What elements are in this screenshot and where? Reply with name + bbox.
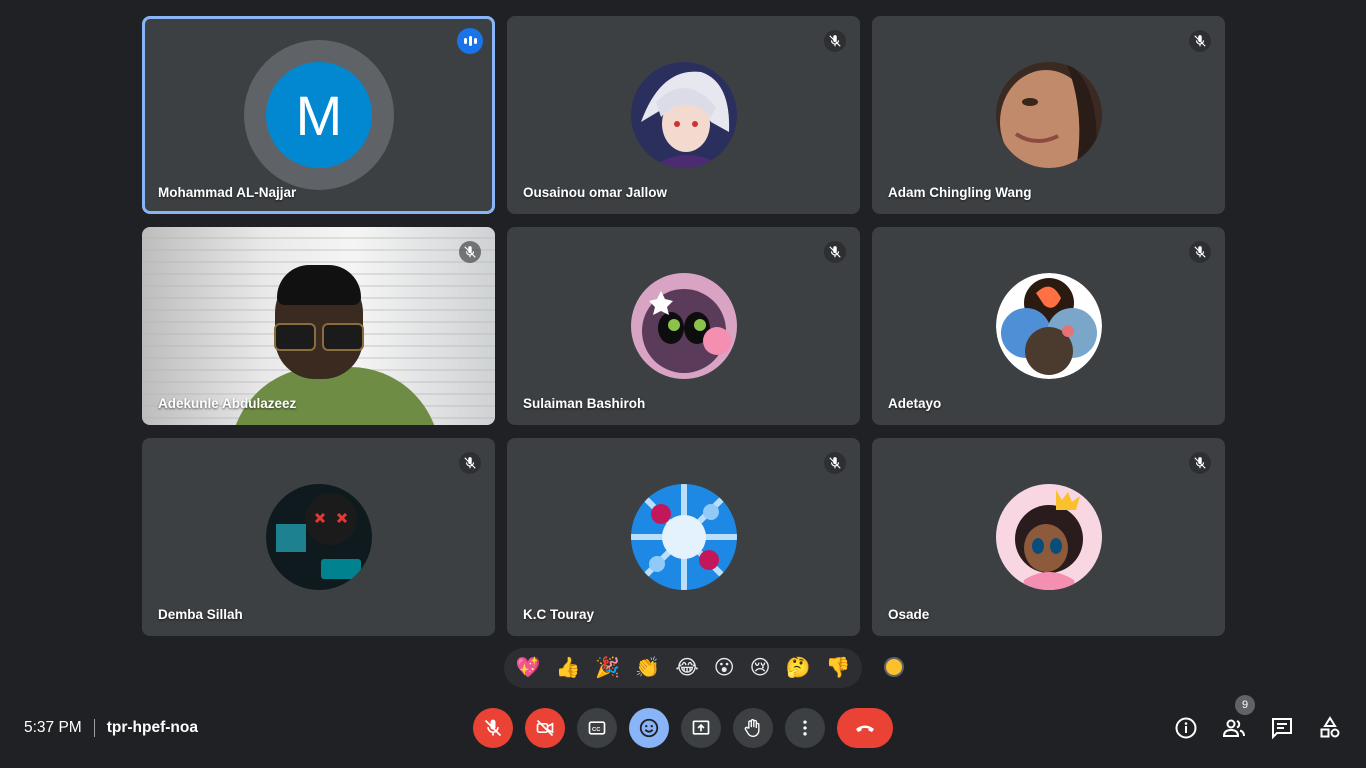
emoji-button[interactable] bbox=[629, 708, 669, 748]
end-call-icon bbox=[856, 725, 874, 732]
participant-tile[interactable]: Osade bbox=[872, 438, 1225, 636]
participant-grid: M Mohammad AL-Najjar Ousainou omar Jallo… bbox=[142, 16, 1225, 636]
mic-off-icon bbox=[459, 452, 481, 474]
people-count-badge: 9 bbox=[1235, 695, 1255, 715]
avatar-halo: M bbox=[244, 40, 394, 190]
skin-tone-selector[interactable] bbox=[884, 657, 904, 677]
sunglasses bbox=[274, 323, 364, 351]
avatar bbox=[266, 484, 372, 590]
mic-off-icon bbox=[484, 719, 502, 737]
meeting-code: tpr-hpef-noa bbox=[106, 719, 198, 736]
svg-text:CC: CC bbox=[592, 727, 601, 733]
participant-tile[interactable]: M Mohammad AL-Najjar bbox=[142, 16, 495, 214]
thinking-reaction[interactable]: 🤔 bbox=[786, 658, 811, 678]
surprised-reaction[interactable]: 😮 bbox=[714, 658, 735, 678]
speaking-indicator-icon bbox=[457, 28, 483, 54]
participant-name: Osade bbox=[888, 607, 930, 622]
avatar bbox=[631, 484, 737, 590]
mic-off-icon bbox=[824, 241, 846, 263]
crying-reaction[interactable]: 😢 bbox=[750, 658, 771, 678]
meeting-details-button[interactable] bbox=[1174, 716, 1198, 740]
participant-name: Mohammad AL-Najjar bbox=[158, 185, 297, 200]
thumbs-up-reaction[interactable]: 👍 bbox=[555, 658, 580, 678]
emoji-icon bbox=[639, 718, 659, 738]
mic-off-icon bbox=[824, 452, 846, 474]
mic-off-icon bbox=[1189, 452, 1211, 474]
person-hair bbox=[277, 265, 361, 305]
people-icon bbox=[1222, 719, 1245, 737]
present-icon bbox=[692, 720, 710, 735]
activities-button[interactable] bbox=[1318, 716, 1342, 740]
chat-icon bbox=[1272, 718, 1292, 740]
participant-name: Adam Chingling Wang bbox=[888, 185, 1032, 200]
captions-button[interactable]: CC bbox=[577, 708, 617, 748]
activities-icon bbox=[1320, 716, 1340, 738]
camera-off-icon bbox=[536, 719, 554, 737]
participant-name: Demba Sillah bbox=[158, 607, 243, 622]
avatar bbox=[996, 273, 1102, 379]
participant-name: Adetayo bbox=[888, 396, 942, 411]
avatar-initial: M bbox=[266, 62, 372, 168]
captions-icon: CC bbox=[588, 721, 606, 735]
sparkling-heart-reaction[interactable]: 💖 bbox=[516, 658, 541, 678]
laughing-reaction[interactable]: 😂 bbox=[675, 658, 698, 678]
meeting-time: 5:37 PM bbox=[24, 719, 82, 736]
participant-name: K.C Touray bbox=[523, 607, 595, 622]
leave-call-button[interactable] bbox=[837, 708, 893, 748]
more-options-icon bbox=[803, 720, 807, 736]
clapping-reaction[interactable]: 👏 bbox=[635, 658, 660, 678]
participant-name: Ousainou omar Jallow bbox=[523, 185, 668, 200]
avatar bbox=[631, 62, 737, 168]
thumbs-down-reaction[interactable]: 👎 bbox=[826, 658, 851, 678]
raise-hand-button[interactable] bbox=[733, 708, 773, 748]
people-button[interactable] bbox=[1222, 716, 1246, 740]
mic-off-icon bbox=[1189, 30, 1211, 52]
participant-tile[interactable]: Adetayo bbox=[872, 227, 1225, 425]
present-button[interactable] bbox=[681, 708, 721, 748]
camera-toggle-button[interactable] bbox=[525, 708, 565, 748]
mic-off-icon bbox=[824, 30, 846, 52]
participant-tile[interactable]: Demba Sillah bbox=[142, 438, 495, 636]
meeting-info: 5:37 PM tpr-hpef-noa bbox=[24, 718, 198, 738]
avatar bbox=[631, 273, 737, 379]
participant-name: Sulaiman Bashiroh bbox=[523, 396, 646, 411]
mic-off-icon bbox=[1189, 241, 1211, 263]
participant-tile[interactable]: Ousainou omar Jallow bbox=[507, 16, 860, 214]
party-popper-reaction[interactable]: 🎉 bbox=[595, 658, 620, 678]
mic-off-icon bbox=[459, 241, 481, 263]
participant-tile[interactable]: Adekunle Abdulazeez bbox=[142, 227, 495, 425]
avatar bbox=[996, 62, 1102, 168]
divider bbox=[93, 719, 95, 737]
info-icon bbox=[1175, 717, 1197, 739]
participant-tile[interactable]: Adam Chingling Wang bbox=[872, 16, 1225, 214]
chat-button[interactable] bbox=[1270, 716, 1294, 740]
more-options-button[interactable] bbox=[785, 708, 825, 748]
participant-tile[interactable]: K.C Touray bbox=[507, 438, 860, 636]
mic-toggle-button[interactable] bbox=[473, 708, 513, 748]
raise-hand-icon bbox=[744, 719, 760, 738]
reaction-bar: 💖 👍 🎉 👏 😂 😮 😢 🤔 👎 bbox=[504, 648, 862, 688]
avatar bbox=[996, 484, 1102, 590]
participant-name: Adekunle Abdulazeez bbox=[158, 396, 297, 411]
participant-tile[interactable]: Sulaiman Bashiroh bbox=[507, 227, 860, 425]
